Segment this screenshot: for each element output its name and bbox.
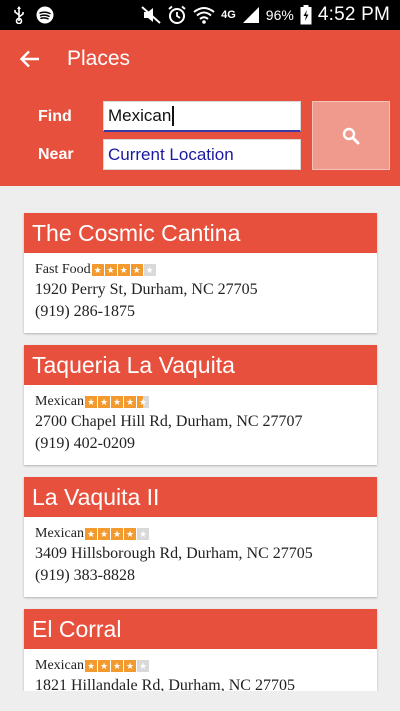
results-list[interactable]: The Cosmic Cantina Fast Food ★ ★ ★ ★ ★ 1920 … <box>0 186 400 691</box>
near-input[interactable]: Current Location <box>103 139 301 170</box>
battery-percent: 96% <box>265 7 294 23</box>
result-card[interactable]: The Cosmic Cantina Fast Food ★ ★ ★ ★ ★ 1920 … <box>24 213 377 333</box>
result-details: Mexican ★ ★ ★ ★ ★ 1821 Hillandale Rd, Durham… <box>24 649 377 691</box>
alarm-icon <box>167 5 187 25</box>
result-name: El Corral <box>24 609 377 649</box>
wifi-icon <box>193 6 215 24</box>
result-category: Mexican <box>35 526 84 541</box>
search-button[interactable] <box>312 101 390 170</box>
star-icon: ★ <box>104 264 117 276</box>
rating-stars: ★ ★ ★ ★ ★ <box>84 528 149 540</box>
star-icon: ★ <box>91 264 104 276</box>
near-label: Near <box>38 146 74 163</box>
star-icon: ★ <box>97 528 110 540</box>
list-bottom-edge <box>0 691 400 711</box>
result-card[interactable]: El Corral Mexican ★ ★ ★ ★ ★ 1821 Hillandale … <box>24 609 377 691</box>
star-icon: ★ <box>110 660 123 672</box>
result-category: Mexican <box>35 394 84 409</box>
rating-stars: ★ ★ ★ ★ ★ <box>91 264 156 276</box>
result-phone[interactable]: (919) 383-8828 <box>35 567 366 585</box>
usb-icon <box>12 6 26 24</box>
result-card[interactable]: Taqueria La Vaquita Mexican ★ ★ ★ ★ ★ 2700 C… <box>24 345 377 465</box>
rating-stars: ★ ★ ★ ★ ★ <box>84 396 149 408</box>
search-panel: Find Mexican Near Current Location <box>0 88 400 186</box>
star-icon: ★ <box>84 660 97 672</box>
star-icon: ★ <box>84 396 97 408</box>
clock: 4:52 PM <box>317 4 390 25</box>
result-name: Taqueria La Vaquita <box>24 345 377 385</box>
result-phone[interactable]: (919) 402-0209 <box>35 435 366 453</box>
network-type: 4G <box>221 9 236 21</box>
result-phone[interactable]: (919) 286-1875 <box>35 303 366 321</box>
mute-icon <box>141 6 161 24</box>
star-icon: ★ <box>136 396 149 408</box>
star-icon: ★ <box>123 528 136 540</box>
star-icon: ★ <box>110 528 123 540</box>
star-icon: ★ <box>143 264 156 276</box>
result-details: Mexican ★ ★ ★ ★ ★ 2700 Chapel Hill Rd, Durha… <box>24 385 377 465</box>
find-input-value: Mexican <box>108 106 172 125</box>
result-name: The Cosmic Cantina <box>24 213 377 253</box>
star-icon: ★ <box>84 528 97 540</box>
star-icon: ★ <box>136 528 149 540</box>
star-icon: ★ <box>130 264 143 276</box>
star-icon: ★ <box>123 396 136 408</box>
result-details: Mexican ★ ★ ★ ★ ★ 3409 Hillsborough Rd, Durh… <box>24 517 377 597</box>
star-icon: ★ <box>110 396 123 408</box>
star-icon: ★ <box>97 396 110 408</box>
status-bar: 4G 96% 4:52 PM <box>0 0 400 30</box>
result-category: Fast Food <box>35 262 91 277</box>
result-name: La Vaquita II <box>24 477 377 517</box>
find-input[interactable]: Mexican <box>103 101 301 132</box>
back-button[interactable] <box>0 30 60 88</box>
search-icon <box>342 127 360 144</box>
result-card[interactable]: La Vaquita II Mexican ★ ★ ★ ★ ★ 3409 Hillsbo… <box>24 477 377 597</box>
result-category: Mexican <box>35 658 84 673</box>
rating-stars: ★ ★ ★ ★ ★ <box>84 660 149 672</box>
result-address: 2700 Chapel Hill Rd, Durham, NC 27707 <box>35 413 303 430</box>
star-icon: ★ <box>136 660 149 672</box>
result-details: Fast Food ★ ★ ★ ★ ★ 1920 Perry St, Durham, N… <box>24 253 377 333</box>
back-arrow-icon <box>20 50 39 68</box>
spotify-icon <box>36 6 54 24</box>
page-title: Places <box>67 47 131 70</box>
text-caret <box>172 106 174 126</box>
result-address: 3409 Hillsborough Rd, Durham, NC 27705 <box>35 545 313 562</box>
result-address: 1821 Hillandale Rd, Durham, NC 27705 <box>35 677 295 691</box>
find-label: Find <box>38 108 72 125</box>
star-icon: ★ <box>123 660 136 672</box>
star-icon: ★ <box>97 660 110 672</box>
result-address: 1920 Perry St, Durham, NC 27705 <box>35 281 258 298</box>
star-icon: ★ <box>117 264 130 276</box>
battery-icon <box>300 5 312 25</box>
near-input-value: Current Location <box>108 144 234 164</box>
signal-icon <box>242 6 260 24</box>
app-bar: Places <box>0 30 400 88</box>
